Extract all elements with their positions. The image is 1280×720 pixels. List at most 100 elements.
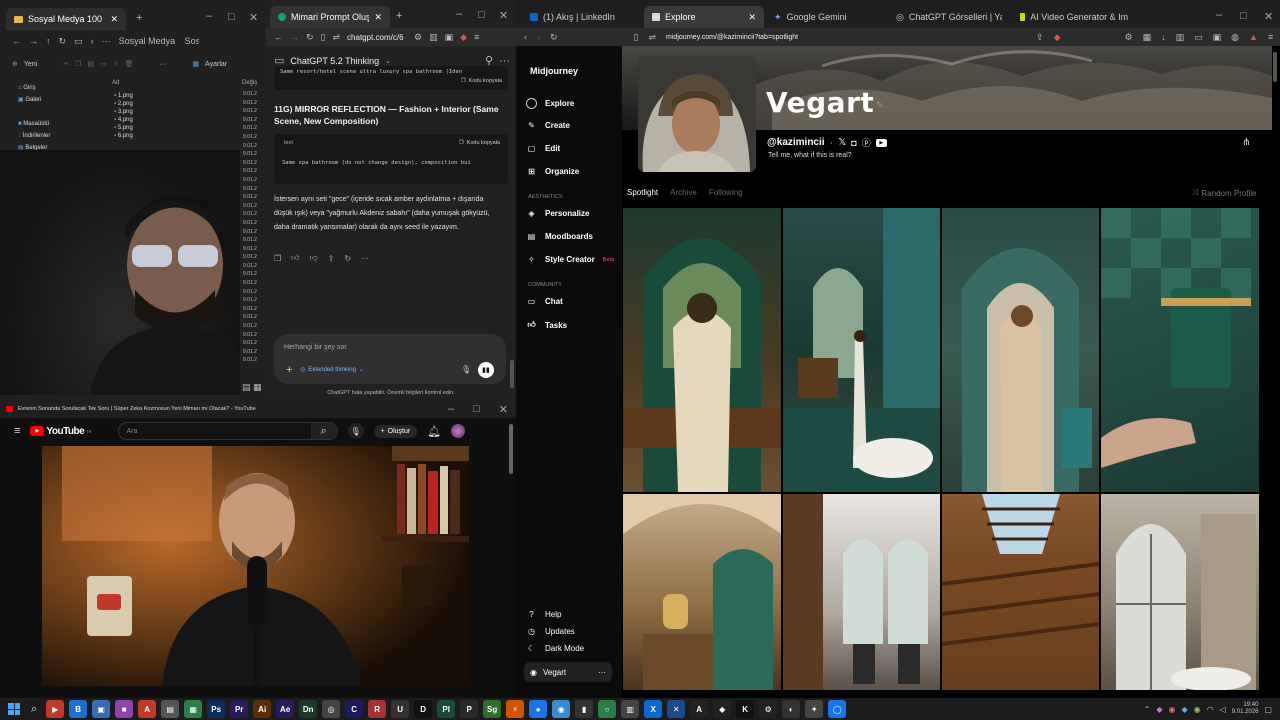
gallery-image[interactable]: [623, 494, 781, 690]
copy-code-button[interactable]: Kodu kopyala: [469, 78, 502, 84]
explorer-search[interactable]: Sosyal Medya ara: [185, 36, 199, 46]
paste-icon[interactable]: ▤: [87, 60, 94, 68]
url-bar[interactable]: chatgpt.com/c/6: [347, 33, 407, 42]
taskbar-app-icon[interactable]: Ps: [207, 700, 226, 718]
taskbar-app-icon[interactable]: X: [644, 700, 663, 718]
copy-icon[interactable]: ❐: [75, 60, 81, 68]
new-tab-icon[interactable]: +: [136, 12, 142, 24]
taskbar-app-icon[interactable]: ◐: [782, 700, 801, 718]
voice-search-icon[interactable]: 🎙︎: [347, 423, 364, 439]
prompt-input[interactable]: Herhangi bir şey sor: [284, 344, 347, 351]
extension-icon[interactable]: ⚙: [414, 32, 422, 43]
youtube-search[interactable]: Ara ⌕: [117, 422, 338, 440]
taskbar-app-icon[interactable]: ⚙: [759, 700, 778, 718]
video-player[interactable]: [42, 446, 469, 686]
url-bar[interactable]: midjourney.com/@kazimincii?tab=spotlight: [666, 34, 1026, 41]
taskbar-app-icon[interactable]: C: [345, 700, 364, 718]
nav-personalize[interactable]: ◈ Personalize: [526, 209, 589, 218]
bookmark-icon[interactable]: ▯: [321, 32, 326, 43]
sidebar-icon[interactable]: ▭: [1194, 32, 1203, 43]
nav-create[interactable]: ✎ Create: [526, 121, 570, 130]
file-item[interactable]: ▪ 1.png: [114, 92, 154, 100]
sidebar-item-desktop[interactable]: ■ Masaüstü: [18, 118, 50, 130]
path-more-icon[interactable]: ···: [102, 36, 111, 46]
site-settings-icon[interactable]: ⇌: [333, 32, 341, 43]
taskbar-app-icon[interactable]: D: [414, 700, 433, 718]
taskbar-app-icon[interactable]: ▥: [621, 700, 640, 718]
file-item[interactable]: ▪ 4.png: [114, 116, 154, 124]
options-icon[interactable]: ▦: [192, 60, 199, 68]
rewards-icon[interactable]: ▲: [1249, 32, 1258, 42]
split-view-icon[interactable]: ▥: [1176, 32, 1185, 43]
notification-icon[interactable]: ▢: [1264, 705, 1272, 714]
minimize-icon[interactable]: –: [1216, 9, 1222, 21]
menu-icon[interactable]: ≡: [474, 32, 479, 42]
share-page-icon[interactable]: ⇪: [1036, 32, 1044, 43]
youtube-logo[interactable]: ▶ YouTube TR: [30, 426, 92, 437]
tray-app-icon[interactable]: ◉: [1168, 705, 1175, 714]
tray-app-icon[interactable]: ◉: [1194, 705, 1201, 714]
midjourney-brand[interactable]: Midjourney: [530, 66, 578, 76]
taskbar-app-icon[interactable]: ■: [115, 700, 134, 718]
minimize-icon[interactable]: –: [456, 8, 462, 20]
tray-app-icon[interactable]: ◆: [1181, 705, 1187, 714]
nav-updates[interactable]: ◷ Updates: [526, 627, 575, 636]
copy-icon[interactable]: ❐: [461, 78, 466, 84]
regenerate-icon[interactable]: ↻: [344, 254, 351, 263]
gallery-image[interactable]: [942, 494, 1099, 690]
tab-ai-video[interactable]: AI Video Generator & Image Generat: [1012, 6, 1136, 28]
microphone-icon[interactable]: 🎙︎: [461, 365, 471, 374]
thumbs-up-icon[interactable]: 👍︎: [291, 253, 299, 263]
extensions-icon[interactable]: ▦: [1143, 32, 1152, 43]
plus-icon[interactable]: +: [286, 364, 292, 376]
minimize-icon[interactable]: –: [206, 10, 212, 22]
taskbar-app-icon[interactable]: Sg: [483, 700, 502, 718]
nav-tasks[interactable]: 👍︎ Tasks: [526, 320, 567, 330]
file-item[interactable]: ▪ 5.png: [114, 124, 154, 132]
taskbar-app-icon[interactable]: Dn: [299, 700, 318, 718]
file-item[interactable]: ▪ 3.png: [114, 108, 154, 116]
taskbar-app-icon[interactable]: ▤: [161, 700, 180, 718]
more-icon[interactable]: ···: [598, 668, 606, 677]
tab-following[interactable]: Following: [709, 188, 743, 197]
tray-chevron-icon[interactable]: ⌃: [1144, 705, 1151, 714]
taskbar-app-icon[interactable]: R: [368, 700, 387, 718]
minimize-icon[interactable]: –: [448, 403, 454, 415]
close-window-icon[interactable]: ✕: [499, 9, 508, 22]
youtube-icon[interactable]: ▶: [875, 138, 887, 147]
taskbar-app-icon[interactable]: ✕: [667, 700, 686, 718]
share-icon[interactable]: ⇪: [113, 60, 119, 68]
cut-icon[interactable]: ✂: [63, 60, 69, 68]
wifi-icon[interactable]: ◠: [1207, 705, 1214, 714]
hamburger-menu-icon[interactable]: ≡: [14, 425, 20, 437]
taskbar-app-icon[interactable]: ◎: [322, 700, 341, 718]
scrollbar[interactable]: [509, 424, 513, 474]
refresh-icon[interactable]: ↻: [550, 32, 558, 43]
tab-linkedin[interactable]: (1) Akış | LinkedIn: [522, 6, 642, 28]
forward-arrow-icon[interactable]: →: [290, 32, 299, 42]
tab-chatgpt-images[interactable]: ◎ ChatGPT Görselleri | Yapay Zekalı Gö: [888, 6, 1010, 28]
profile-handle[interactable]: @kazimincii: [767, 137, 825, 148]
thumbs-down-icon[interactable]: 👎︎: [310, 253, 318, 263]
avatar[interactable]: [451, 424, 466, 438]
taskbar-app-icon[interactable]: ▶: [46, 700, 65, 718]
refresh-icon[interactable]: ↻: [59, 36, 67, 47]
copy-icon[interactable]: ❐: [274, 254, 281, 263]
sidebar-item-downloads[interactable]: ↓ İndirilenler: [18, 130, 50, 142]
tab-explore[interactable]: Explore ✕: [644, 6, 764, 28]
screenshot-icon[interactable]: ▣: [445, 32, 454, 43]
notification-bell-icon[interactable]: 🔔︎: [427, 425, 441, 438]
taskbar-app-icon[interactable]: ✦: [805, 700, 824, 718]
bookmark-icon[interactable]: ▯: [634, 32, 639, 43]
back-arrow-icon[interactable]: ←: [274, 32, 283, 42]
taskbar-app-icon[interactable]: A: [138, 700, 157, 718]
forward-arrow-icon[interactable]: →: [29, 36, 38, 46]
more-options-icon[interactable]: ···: [499, 55, 510, 67]
maximize-icon[interactable]: □: [473, 403, 480, 415]
extension-icon[interactable]: ⚙: [1125, 32, 1133, 43]
taskbar-app-icon[interactable]: ▦: [184, 700, 203, 718]
more-icon[interactable]: ···: [361, 254, 369, 263]
tab-gemini[interactable]: ✦ Google Gemini: [766, 6, 886, 28]
search-input[interactable]: Ara: [127, 428, 311, 435]
taskbar-app-icon[interactable]: ◆: [713, 700, 732, 718]
